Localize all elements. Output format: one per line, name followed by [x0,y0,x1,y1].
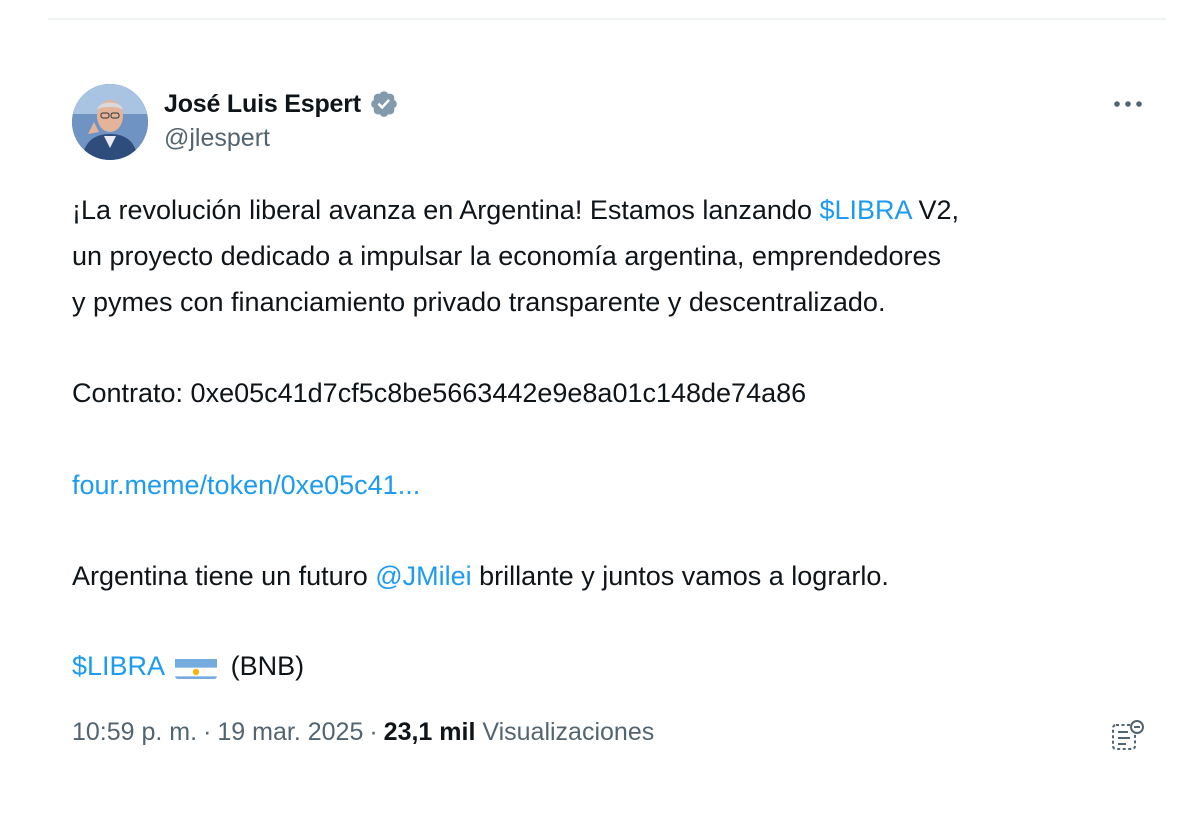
tweet-text: un proyecto dedicado a impulsar la econo… [72,241,942,271]
cashtag-link[interactable]: $LIBRA [72,651,164,681]
tweet-time[interactable]: 10:59 p. m. [72,718,197,746]
more-options-button[interactable] [1108,90,1148,118]
tweet-date[interactable]: 19 mar. 2025 [217,718,363,746]
tweet-card: José Luis Espert @jlespert ¡La revolució… [0,0,1200,833]
cashtag-line: $LIBRA (BNB) [72,643,304,689]
contract-line: Contrato: 0xe05c41d7cf5c8be5663442e9e8a0… [72,370,806,416]
more-horizontal-icon [1114,101,1142,107]
meta-separator: · [203,718,212,746]
analytics-icon[interactable] [1108,716,1148,756]
tweet-text: ¡La revolución liberal avanza en Argenti… [72,195,820,225]
tweet-text: Argentina tiene un futuro [72,561,376,591]
verified-badge-icon[interactable] [369,89,399,119]
tweet-text-line: un proyecto dedicado a impulsar la econo… [72,233,941,279]
cashtag-link[interactable]: $LIBRA [819,195,911,225]
avatar-image [72,84,148,160]
tweet-text-line: y pymes con financiamiento privado trans… [72,279,885,325]
tweet-text: y pymes con financiamiento privado trans… [72,287,886,317]
chain-text: (BNB) [230,651,305,681]
views-label: Visualizaciones [482,718,655,746]
tweet-text-line: ¡La revolución liberal avanza en Argenti… [72,187,959,233]
meta-separator: · [369,718,378,746]
tweet-text-line: Argentina tiene un futuro @JMilei brilla… [72,553,889,599]
author-name[interactable]: José Luis Espert [164,90,361,119]
avatar[interactable] [72,84,148,160]
argentina-flag-icon [175,653,218,679]
tweet-meta: 10:59 p. m. · 19 mar. 2025 · 23,1 mil Visual… [72,718,654,747]
tweet-text: V2, [911,195,960,225]
views-count: 23,1 mil [383,718,476,746]
mention-link[interactable]: @JMilei [375,561,471,591]
author-handle[interactable]: @jlespert [164,124,270,153]
tweet-text: brillante y juntos vamos a lograrlo. [471,561,889,591]
contract-text: Contrato: 0xe05c41d7cf5c8be5663442e9e8a0… [72,378,807,408]
author-name-row: José Luis Espert [164,86,399,122]
token-url-link[interactable]: four.meme/token/0xe05c41... [72,470,420,500]
url-line: four.meme/token/0xe05c41... [72,462,420,508]
